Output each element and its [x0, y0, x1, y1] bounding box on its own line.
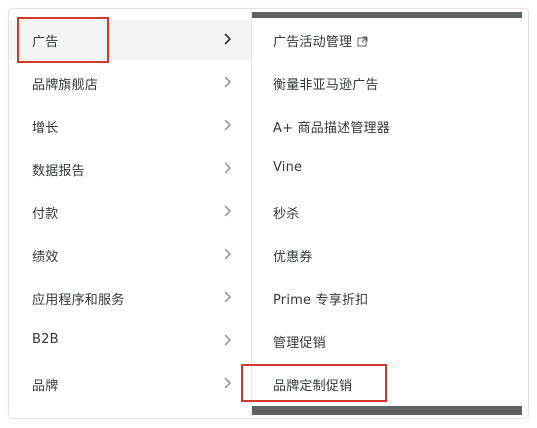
submenu-item-label: 品牌定制促销 — [273, 379, 353, 394]
submenu-item-label: Prime 专享折扣 — [273, 293, 369, 308]
left-menu-item-label: 付款 — [32, 207, 59, 222]
submenu-item-brand-tailored-promotions[interactable]: 品牌定制促销 — [252, 364, 522, 404]
submenu-bottom-edge — [252, 406, 522, 415]
left-menu-item-brand[interactable]: 品牌 — [9, 364, 251, 404]
submenu-item-campaign-manager[interactable]: 广告活动管理 — [252, 20, 522, 60]
ads-submenu: 广告活动管理 衡量非亚马逊广告 A+ 商品描述管理器 Vine 秒杀 优惠券 P… — [251, 12, 522, 415]
submenu-item-prime-discounts[interactable]: Prime 专享折扣 — [252, 278, 522, 318]
chevron-right-icon — [223, 118, 233, 132]
submenu-item-vine[interactable]: Vine — [252, 149, 522, 189]
chevron-right-icon — [223, 290, 233, 304]
left-menu-item-label: B2B — [32, 332, 59, 347]
submenu-item-coupons[interactable]: 优惠券 — [252, 235, 522, 275]
navigation-menu-screenshot: 广告 品牌旗舰店 增长 数据报告 付款 绩效 应用程序和服务 B2B 品牌 广告… — [0, 0, 537, 428]
submenu-item-label: 衡量非亚马逊广告 — [273, 78, 379, 93]
submenu-item-label: 广告活动管理 — [273, 35, 353, 50]
left-menu-item-label: 增长 — [32, 121, 59, 136]
chevron-right-icon — [223, 333, 233, 347]
left-menu-item-label: 数据报告 — [32, 164, 85, 179]
external-link-icon — [357, 36, 368, 51]
chevron-right-icon — [223, 247, 233, 261]
left-menu-item-label: 广告 — [32, 35, 59, 50]
submenu-item-deals[interactable]: 秒杀 — [252, 192, 522, 232]
submenu-item-label: 秒杀 — [273, 207, 300, 222]
submenu-item-a-plus-content[interactable]: A+ 商品描述管理器 — [252, 106, 522, 146]
submenu-item-measure-non-amazon-ads[interactable]: 衡量非亚马逊广告 — [252, 63, 522, 103]
left-menu-item-payments[interactable]: 付款 — [9, 192, 251, 232]
submenu-item-manage-promotions[interactable]: 管理促销 — [252, 321, 522, 361]
left-menu-item-growth[interactable]: 增长 — [9, 106, 251, 146]
left-menu-item-label: 应用程序和服务 — [32, 293, 125, 308]
left-menu-item-b2b[interactable]: B2B — [9, 321, 251, 361]
left-menu-item-apps-services[interactable]: 应用程序和服务 — [9, 278, 251, 318]
left-menu-item-performance[interactable]: 绩效 — [9, 235, 251, 275]
chevron-right-icon — [223, 204, 233, 218]
left-menu-item-label: 品牌 — [32, 379, 59, 394]
submenu-item-label: 管理促销 — [273, 336, 326, 351]
left-menu-item-ads[interactable]: 广告 — [9, 20, 251, 60]
submenu-item-label: A+ 商品描述管理器 — [273, 121, 390, 136]
chevron-right-icon — [223, 32, 233, 46]
left-menu-item-label: 品牌旗舰店 — [32, 78, 99, 93]
submenu-item-label: 优惠券 — [273, 250, 313, 265]
left-menu: 广告 品牌旗舰店 增长 数据报告 付款 绩效 应用程序和服务 B2B 品牌 — [9, 16, 251, 412]
chevron-right-icon — [223, 376, 233, 390]
left-menu-item-brand-store[interactable]: 品牌旗舰店 — [9, 63, 251, 103]
submenu-top-edge — [252, 12, 522, 18]
chevron-right-icon — [223, 75, 233, 89]
left-menu-item-label: 绩效 — [32, 250, 59, 265]
submenu-item-label-wrap: 广告活动管理 — [273, 31, 368, 51]
chevron-right-icon — [223, 161, 233, 175]
left-menu-item-reports[interactable]: 数据报告 — [9, 149, 251, 189]
submenu-item-label: Vine — [273, 160, 303, 175]
